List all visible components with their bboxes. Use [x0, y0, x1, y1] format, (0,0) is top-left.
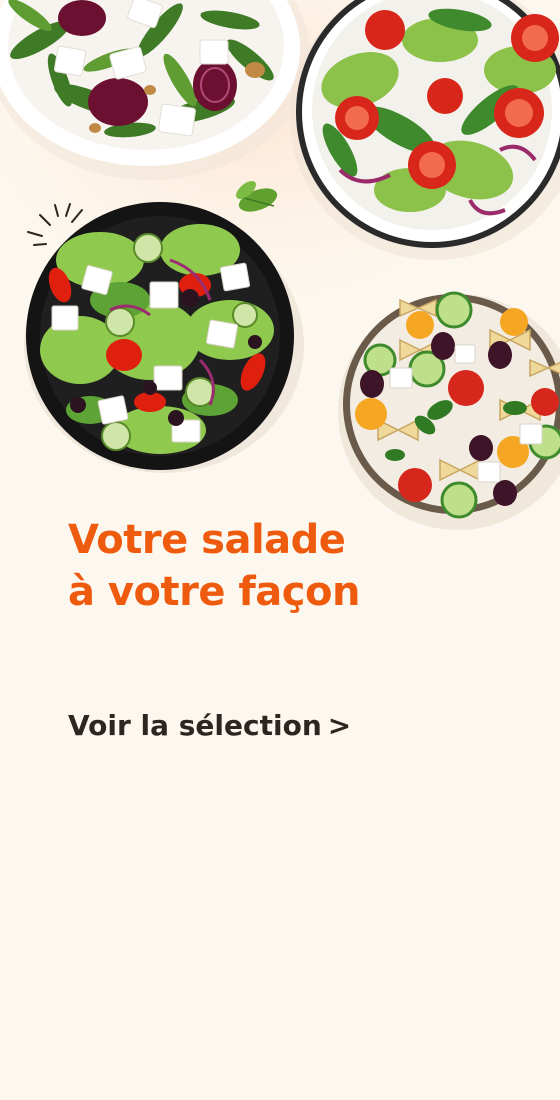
see-selection-link[interactable]: Voir la sélection > [68, 706, 351, 746]
hero-illustration [0, 0, 560, 540]
headline-line-2: à votre façon [68, 569, 360, 615]
see-selection-label: Voir la sélection [68, 709, 322, 742]
headline: Votre salade à votre façon [68, 514, 360, 618]
chevron-right-icon: > [327, 709, 352, 742]
headline-line-1: Votre salade [68, 517, 346, 563]
